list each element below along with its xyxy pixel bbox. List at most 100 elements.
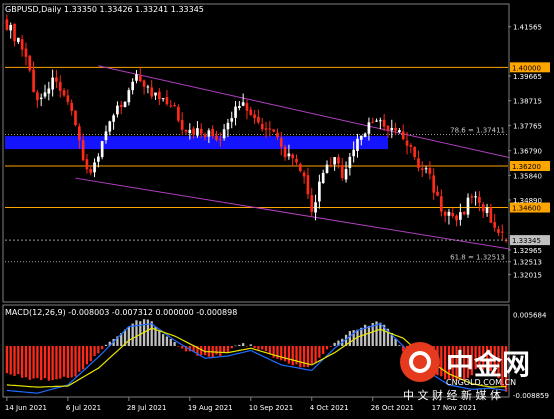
macd-histogram-bar bbox=[181, 346, 184, 349]
price-tick-label: 1.32015 bbox=[513, 272, 542, 280]
macd-histogram-bar bbox=[249, 344, 252, 346]
candle-body bbox=[447, 211, 451, 216]
candle-body bbox=[420, 168, 424, 170]
macd-histogram-bar bbox=[379, 322, 382, 346]
macd-histogram-bar bbox=[32, 346, 35, 379]
macd-histogram-bar bbox=[299, 346, 302, 368]
macd-histogram-bar bbox=[253, 346, 256, 349]
candle-body bbox=[295, 158, 298, 163]
macd-histogram-bar bbox=[158, 330, 161, 346]
macd-histogram-bar bbox=[17, 346, 20, 375]
time-tick-label: 4 Oct 2021 bbox=[310, 404, 349, 412]
candle-body bbox=[169, 105, 173, 107]
macd-histogram-bar bbox=[51, 346, 54, 381]
candle-body bbox=[409, 145, 413, 147]
candle-body bbox=[310, 195, 314, 212]
price-tick-label: 1.34890 bbox=[513, 197, 542, 205]
price-tick-label: 1.32965 bbox=[513, 247, 542, 255]
candle-body bbox=[196, 128, 199, 136]
candle-body bbox=[432, 175, 436, 193]
macd-histogram-bar bbox=[272, 346, 275, 358]
macd-histogram-bar bbox=[177, 346, 180, 347]
macd-histogram-bar bbox=[261, 346, 264, 350]
candle-body bbox=[173, 105, 176, 107]
watermark-brand: 中金网 bbox=[446, 348, 530, 381]
macd-histogram-bar bbox=[101, 346, 104, 350]
candle-body bbox=[249, 109, 253, 115]
candle-body bbox=[81, 140, 85, 161]
candle-body bbox=[314, 202, 317, 213]
candle-body bbox=[405, 140, 409, 146]
candle-body bbox=[382, 119, 386, 127]
candle-body bbox=[131, 81, 134, 91]
price-tick-label: 1.39665 bbox=[513, 73, 542, 81]
candle-body bbox=[43, 92, 47, 97]
candle-body bbox=[36, 92, 39, 101]
candle-body bbox=[70, 102, 74, 111]
candle-body bbox=[363, 133, 367, 137]
macd-histogram-bar bbox=[40, 346, 43, 381]
macd-histogram-bar bbox=[47, 346, 50, 381]
candle-body bbox=[386, 125, 390, 131]
candle-body bbox=[154, 92, 157, 96]
candle-body bbox=[62, 90, 66, 96]
candle-body bbox=[497, 229, 500, 233]
candle-body bbox=[47, 88, 51, 94]
candle-body bbox=[348, 156, 352, 168]
candle-body bbox=[268, 128, 272, 130]
macd-histogram-bar bbox=[360, 327, 363, 346]
candle-body bbox=[318, 181, 321, 202]
candle-body bbox=[234, 106, 237, 118]
candle-body bbox=[93, 162, 96, 173]
macd-histogram-bar bbox=[325, 346, 329, 350]
macd-histogram-bar bbox=[13, 346, 16, 376]
macd-histogram-bar bbox=[276, 346, 279, 359]
candle-body bbox=[443, 211, 447, 216]
candle-body bbox=[89, 169, 93, 173]
zone-rect bbox=[5, 136, 388, 150]
candle-body bbox=[379, 120, 382, 122]
macd-histogram-bar bbox=[302, 346, 306, 368]
candle-body bbox=[119, 105, 123, 108]
macd-histogram-bar bbox=[161, 334, 165, 346]
candle-body bbox=[333, 157, 336, 165]
macd-histogram-bar bbox=[440, 346, 443, 377]
time-tick-label: 28 Jul 2021 bbox=[127, 404, 167, 412]
macd-histogram-bar bbox=[314, 346, 317, 363]
time-tick-label: 6 Jul 2021 bbox=[66, 404, 101, 412]
macd-histogram-bar bbox=[24, 346, 28, 378]
candle-body bbox=[180, 120, 184, 130]
macd-histogram-bar bbox=[219, 346, 222, 356]
macd-histogram-bar bbox=[264, 346, 268, 352]
candle-body bbox=[188, 129, 192, 134]
candle-body bbox=[451, 212, 455, 217]
candle-body bbox=[116, 105, 119, 115]
candle-body bbox=[85, 159, 89, 170]
candle-body bbox=[192, 128, 195, 135]
macd-histogram-bar bbox=[268, 346, 271, 355]
candle-body bbox=[367, 122, 371, 134]
candle-body bbox=[17, 37, 20, 42]
candle-body bbox=[9, 24, 13, 31]
candle-body bbox=[279, 138, 283, 147]
candle-body bbox=[20, 39, 24, 50]
candle-body bbox=[394, 127, 397, 131]
candle-body bbox=[474, 196, 477, 198]
candle-body bbox=[238, 106, 241, 108]
candle-body bbox=[321, 172, 325, 183]
watermark-slogan: 中 文 财 经 新 媒 体 bbox=[403, 388, 501, 402]
price-tick-label: 1.36790 bbox=[513, 148, 542, 156]
macd-histogram-bar bbox=[9, 346, 12, 375]
candle-body bbox=[436, 191, 439, 196]
price-tick-label: 1.37765 bbox=[513, 122, 542, 130]
macd-histogram-bar bbox=[310, 346, 313, 364]
candle-body bbox=[352, 149, 356, 157]
candle-body bbox=[226, 122, 230, 130]
macd-histogram-bar bbox=[287, 346, 291, 364]
symbol-readout: GBPUSD,Daily 1.33350 1.33426 1.33241 1.3… bbox=[5, 5, 204, 14]
candle-body bbox=[344, 169, 348, 180]
candle-body bbox=[108, 121, 112, 132]
candle-body bbox=[100, 141, 104, 158]
candle-body bbox=[439, 196, 443, 212]
macd-histogram-bar bbox=[329, 346, 332, 347]
